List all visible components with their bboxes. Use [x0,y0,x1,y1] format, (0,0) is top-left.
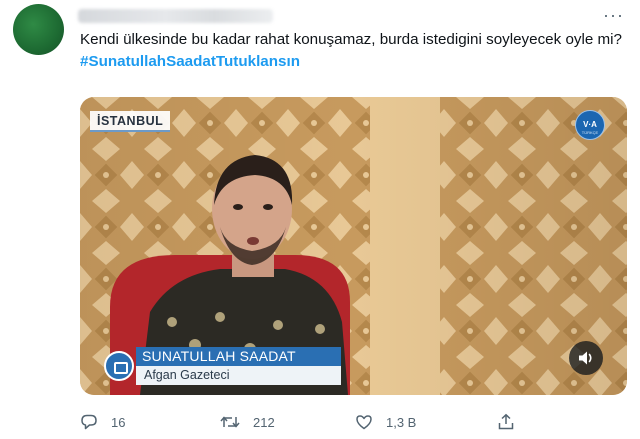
share-button[interactable] [497,411,528,433]
like-count: 1,3 B [386,414,417,430]
caption-badge-icon [104,351,134,381]
like-icon [356,415,372,430]
tweet-body: Kendi ülkesinde bu kadar rahat konuşamaz… [80,31,622,48]
hashtag-link[interactable]: #SunatullahSaadatTutuklansın [80,53,300,70]
avatar[interactable] [13,4,64,55]
reply-icon [81,414,97,430]
like-button[interactable]: 1,3 B [355,411,416,433]
sound-icon [579,351,592,365]
share-icon [498,413,514,430]
tweet-actions: 16 212 1,3 B [80,411,628,433]
retweet-button[interactable]: 212 [220,411,275,433]
video-player[interactable]: İSTANBUL V·A TÜRKÇE SUNATULLAH SAADAT Af… [80,97,627,395]
tweet-text: Kendi ülkesinde bu kadar rahat konuşamaz… [80,29,628,73]
more-icon[interactable]: ··· [603,6,624,24]
caption-title: Afgan Gazeteci [136,366,341,385]
reply-button[interactable]: 16 [80,411,125,433]
author-name-blurred[interactable] [78,9,273,23]
sound-toggle-button[interactable] [569,341,603,375]
caption-name: SUNATULLAH SAADAT [136,347,341,366]
reply-count: 16 [111,414,126,430]
voa-logo-subtext: TÜRKÇE [581,130,599,135]
retweet-icon [220,416,240,428]
retweet-count: 212 [253,414,275,430]
voa-logo: V·A [575,110,605,140]
location-tag: İSTANBUL [90,111,171,132]
